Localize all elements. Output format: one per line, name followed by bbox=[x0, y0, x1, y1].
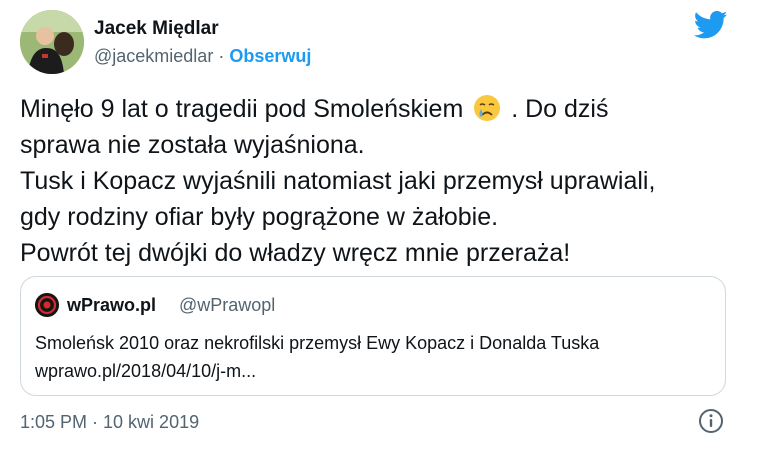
tweet-line-3: Tusk i Kopacz wyjaśnili natomiast jaki p… bbox=[20, 167, 656, 195]
wprawo-logo-icon bbox=[35, 293, 59, 317]
quoted-link[interactable]: wprawo.pl/2018/04/10/j-m... bbox=[35, 357, 599, 385]
quoted-avatar[interactable] bbox=[35, 293, 59, 317]
quoted-tweet-card[interactable]: wPrawo.pl @wPrawopl Smoleńsk 2010 oraz n… bbox=[20, 276, 726, 396]
tweet-line-5: Powrót tej dwójki do władzy wręcz mnie p… bbox=[20, 239, 571, 267]
tweet-line-1-end: . Do dziś bbox=[511, 95, 609, 123]
quoted-author-handle[interactable]: @wPrawopl bbox=[179, 295, 275, 316]
tweet-line-2: sprawa nie została wyjaśniona. bbox=[20, 131, 365, 159]
separator-dot: · bbox=[218, 46, 225, 66]
quoted-text: Smoleńsk 2010 oraz nekrofilski przemysł … bbox=[35, 329, 599, 385]
twitter-bird-icon[interactable] bbox=[694, 10, 728, 40]
tweet-line-1: Minęło 9 lat o tragedii pod Smoleńskiem … bbox=[20, 91, 740, 127]
info-icon[interactable] bbox=[698, 408, 724, 434]
quoted-author-name[interactable]: wPrawo.pl bbox=[67, 295, 156, 316]
author-name[interactable]: Jacek Międlar bbox=[94, 18, 219, 40]
avatar-photo bbox=[20, 10, 84, 74]
follow-button[interactable]: Obserwuj bbox=[229, 46, 311, 66]
tweet-line-1-start: Minęło 9 lat o tragedii pod Smoleńskiem bbox=[20, 95, 464, 123]
author-avatar[interactable] bbox=[20, 10, 84, 74]
author-handle[interactable]: @jacekmiedlar bbox=[94, 46, 213, 66]
crying-face-emoji-icon bbox=[472, 93, 502, 123]
tweet-timestamp[interactable]: 1:05 PM · 10 kwi 2019 bbox=[20, 412, 199, 433]
author-handle-row: @jacekmiedlar · Obserwuj bbox=[94, 46, 311, 67]
quoted-text-line-1: Smoleńsk 2010 oraz nekrofilski przemysł … bbox=[35, 333, 600, 353]
tweet-text: Minęło 9 lat o tragedii pod Smoleńskiem … bbox=[20, 91, 740, 271]
tweet-line-4: gdy rodziny ofiar były pogrążone w żałob… bbox=[20, 203, 499, 231]
